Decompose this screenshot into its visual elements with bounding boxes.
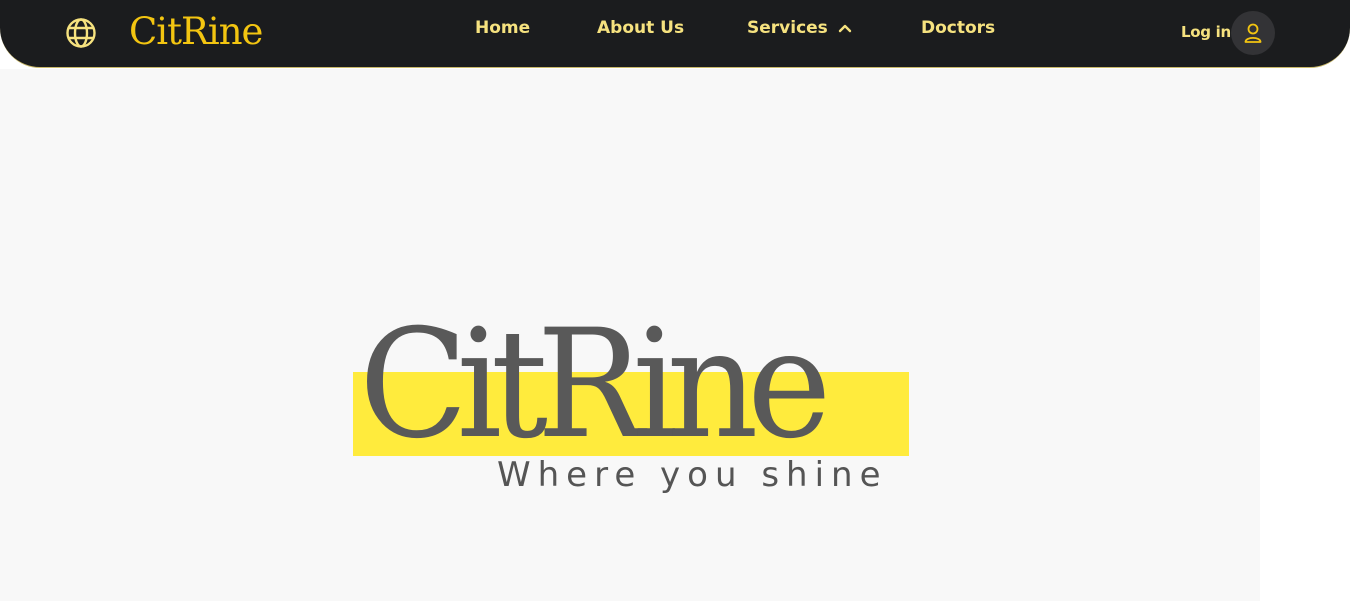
top-navbar: CitRine Home About Us Services Doctors L… (0, 0, 1350, 68)
hero-logo: CitRine Where you shine (353, 305, 909, 497)
chevron-up-icon (838, 23, 852, 33)
login-link[interactable]: Log in (1181, 21, 1231, 43)
nav-services[interactable]: Services (747, 16, 852, 40)
language-selector[interactable] (64, 16, 98, 50)
globe-icon (66, 18, 96, 48)
nav-services-label: Services (747, 18, 828, 38)
nav-doctors[interactable]: Doctors (921, 16, 995, 40)
hero-section: CitRine Where you shine (0, 69, 1260, 601)
logo-tagline: Where you shine (497, 455, 888, 495)
nav-about-us[interactable]: About Us (597, 16, 684, 40)
brand-logo[interactable]: CitRine (129, 10, 263, 54)
logo-wordmark: CitRine (359, 298, 831, 472)
account-avatar-button[interactable] (1231, 11, 1275, 55)
user-icon (1244, 23, 1262, 43)
nav-home[interactable]: Home (475, 16, 530, 40)
